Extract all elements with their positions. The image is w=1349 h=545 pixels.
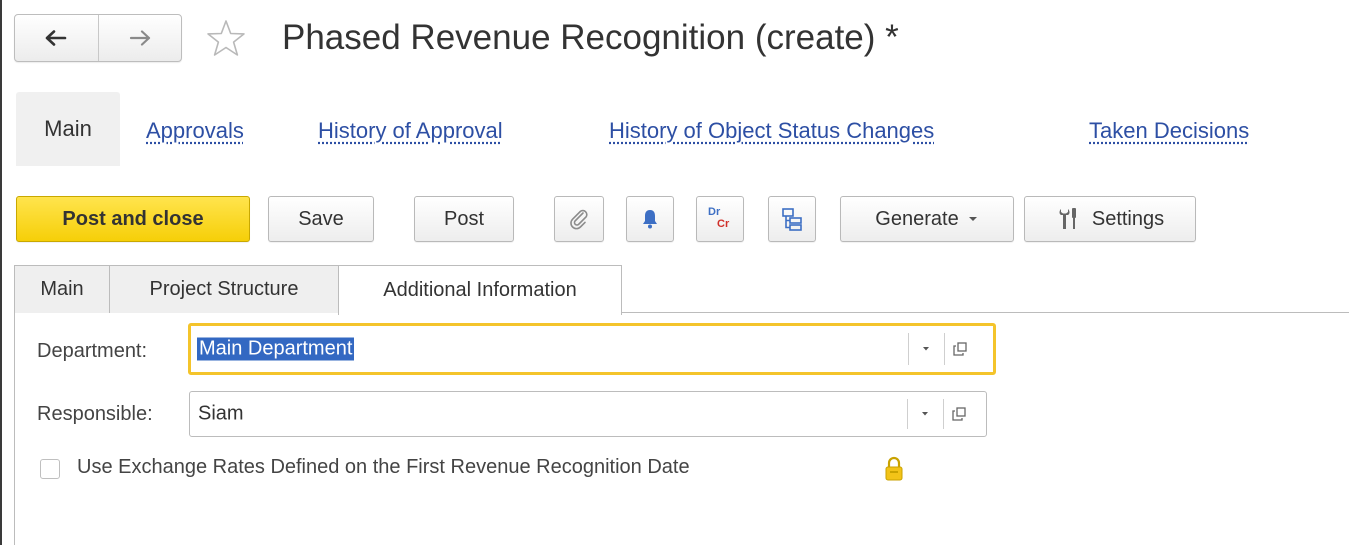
forward-button[interactable] (97, 15, 182, 61)
document-structure-icon (782, 208, 802, 231)
attach-file-button[interactable] (554, 196, 604, 242)
section-link-history-of-object-status-changes[interactable]: History of Object Status Changes (609, 118, 934, 144)
padlock-icon[interactable] (884, 456, 904, 482)
window-left-border (0, 0, 2, 545)
history-nav-group (14, 14, 182, 62)
save-button[interactable]: Save (268, 196, 374, 242)
responsible-dropdown-button[interactable] (910, 392, 940, 436)
star-outline-icon[interactable] (206, 19, 246, 59)
section-link-approvals[interactable]: Approvals (146, 118, 244, 144)
arrow-left-icon (45, 30, 67, 46)
tab-main[interactable]: Main (14, 265, 110, 313)
tab-project-structure-label: Project Structure (149, 278, 299, 300)
tab-project-structure[interactable]: Project Structure (109, 265, 339, 313)
wrench-screwdriver-icon (1059, 208, 1076, 229)
department-dropdown-button[interactable] (911, 326, 941, 372)
section-link-history-of-approval[interactable]: History of Approval (318, 118, 503, 144)
paperclip-icon (570, 209, 588, 230)
save-label: Save (298, 207, 344, 230)
dr-cr-icon: Dr Cr (708, 206, 732, 232)
settings-button[interactable]: Settings (1024, 196, 1196, 242)
department-value: Main Department (197, 337, 355, 361)
field-separator (908, 333, 909, 365)
field-separator (907, 399, 908, 429)
tab-additional-information[interactable]: Additional Information (338, 265, 622, 315)
chevron-down-icon (922, 412, 928, 416)
responsible-label: Responsible: (37, 403, 153, 425)
generate-dropdown-button[interactable]: Generate (840, 196, 1014, 242)
open-window-icon (953, 342, 967, 356)
responsible-open-button[interactable] (944, 392, 974, 436)
department-field[interactable]: Main Department (188, 323, 996, 375)
post-button[interactable]: Post (414, 196, 514, 242)
dr-label: Dr (708, 206, 721, 218)
page-title: Phased Revenue Recognition (create) * (282, 18, 899, 57)
department-open-button[interactable] (945, 326, 975, 372)
open-window-icon (952, 407, 966, 421)
generate-label: Generate (875, 207, 959, 230)
reminder-button[interactable] (626, 196, 674, 242)
use-exchange-rates-label[interactable]: Use Exchange Rates Defined on the First … (77, 456, 690, 479)
section-link-taken-decisions[interactable]: Taken Decisions (1089, 118, 1249, 144)
arrow-right-icon (129, 30, 150, 46)
department-label: Department: (37, 340, 148, 362)
use-exchange-rates-checkbox[interactable] (40, 459, 60, 479)
cr-label: Cr (717, 218, 730, 230)
responsible-value: Siam (198, 402, 244, 425)
document-structure-button[interactable] (768, 196, 816, 242)
post-and-close-button[interactable]: Post and close (16, 196, 250, 242)
section-nav: Main (16, 92, 120, 166)
responsible-field[interactable]: Siam (189, 391, 987, 437)
section-main[interactable]: Main (16, 92, 120, 166)
post-and-close-label: Post and close (62, 207, 204, 230)
back-button[interactable] (15, 15, 98, 61)
post-label: Post (443, 207, 485, 230)
chevron-down-icon (968, 217, 977, 221)
tab-additional-information-label: Additional Information (383, 279, 577, 301)
tab-main-label: Main (40, 278, 84, 300)
tab-panel-left-border (14, 312, 15, 545)
debit-credit-button[interactable]: Dr Cr (696, 196, 744, 242)
bell-icon (643, 210, 657, 229)
tab-strip-border (622, 312, 1349, 313)
settings-label: Settings (1091, 207, 1165, 230)
chevron-down-icon (923, 347, 929, 351)
